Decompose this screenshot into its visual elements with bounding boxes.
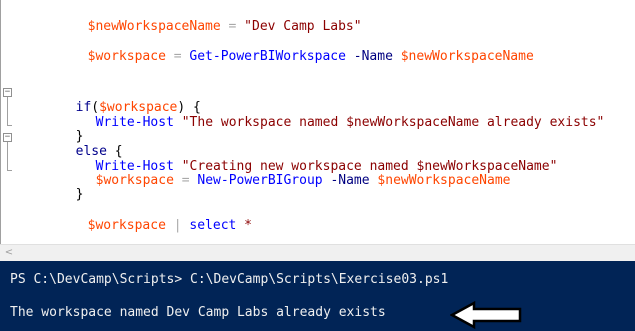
wildcard-token: * [236,218,253,233]
variable-token: $newWorkspaceName [87,19,221,34]
code-line: if($workspace) { [1,85,635,115]
code-line: $workspace = New-PowerBIGroup -Name $new… [1,158,635,188]
variable-token: $newWorkspaceName [400,49,534,64]
code-line: } [1,172,635,202]
parameter-token: -Name [345,49,401,64]
horizontal-scrollbar[interactable]: < [0,244,635,261]
code-line: else { [1,129,635,159]
operator-token: = [165,49,190,64]
command-token: select [189,218,237,233]
code-line: $workspace = Get-PowerBIWorkspace -Name … [1,34,635,64]
console-prompt-line: PS C:\DevCamp\Scripts> C:\DevCamp\Script… [10,272,449,287]
console-output-line: The workspace named Dev Camp Labs alread… [10,305,386,320]
variable-token: $workspace [87,218,166,233]
string-token: "Dev Camp Labs" [244,19,362,34]
code-line: Write-Host "The workspace named $newWork… [1,100,635,130]
code-line: $newWorkspaceName = "Dev Camp Labs" [1,4,635,34]
operator-token: | [165,218,190,233]
console-pane[interactable]: PS C:\DevCamp\Scripts> C:\DevCamp\Script… [0,261,635,331]
arrow-left-icon [450,301,522,329]
brace-token: } [75,187,84,202]
scroll-left-icon[interactable]: < [3,247,15,259]
command-token: Get-PowerBIWorkspace [189,49,346,64]
code-line: $workspace | select * [1,203,635,233]
powershell-ise-window: $newWorkspaceName = "Dev Camp Labs" $wor… [0,0,635,331]
code-line: } [1,114,635,144]
code-line: Write-Host "Creating new workspace named… [1,144,635,174]
operator-token: = [220,19,245,34]
variable-token: $workspace [87,49,166,64]
script-editor[interactable]: $newWorkspaceName = "Dev Camp Labs" $wor… [0,0,635,244]
